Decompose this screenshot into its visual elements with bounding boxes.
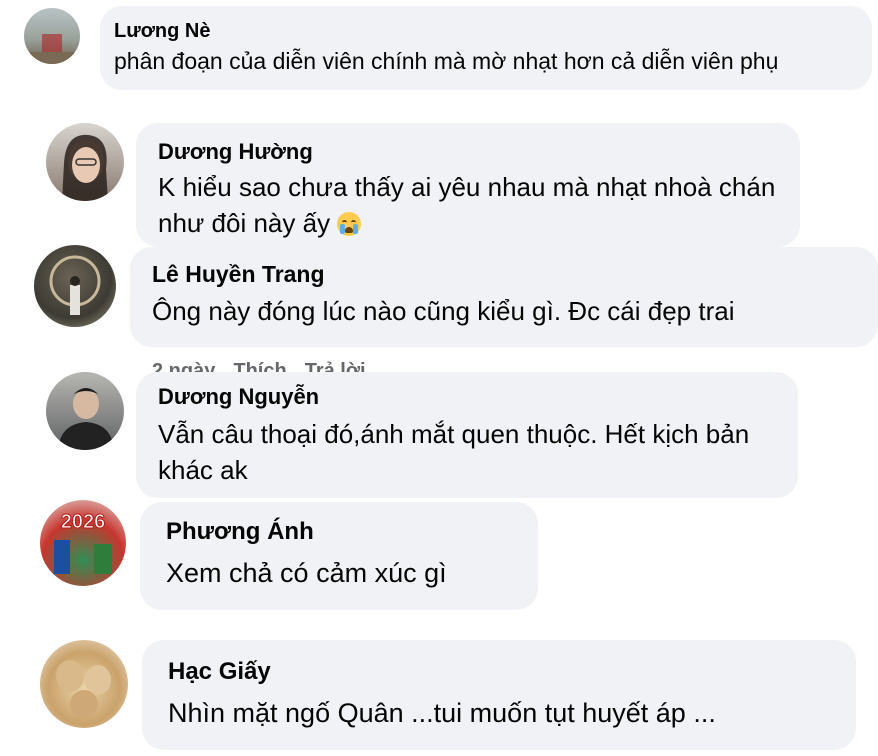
comment-text: Vẫn câu thoại đó,ánh mắt quen thuộc. Hết… (158, 419, 750, 485)
avatar[interactable] (40, 640, 128, 728)
comment-bubble: Hạc Giấy Nhìn mặt ngố Quân ...tui muốn t… (142, 640, 856, 750)
loudly-crying-face-emoji-icon (337, 212, 362, 236)
commenter-name[interactable]: Phương Ánh (166, 518, 512, 546)
comment-text-content: K hiểu sao chưa thấy ai yêu nhau mà nhạt… (158, 172, 776, 238)
reply-link[interactable]: Trả lời (305, 360, 366, 372)
comment-text: Nhìn mặt ngố Quân ...tui muốn tụt huyết … (168, 698, 716, 728)
comment-bubble: Dương Nguyễn Vẫn câu thoại đó,ánh mắt qu… (136, 372, 798, 498)
commenter-name[interactable]: Dương Hường (158, 139, 778, 165)
like-link[interactable]: Thích (233, 360, 286, 372)
comment-text: K hiểu sao chưa thấy ai yêu nhau mà nhạt… (158, 169, 778, 241)
commenter-name[interactable]: Lê Huyền Trang (152, 261, 856, 288)
comment-text: Xem chả có cảm xúc gì (166, 558, 447, 588)
comment-bubble: Dương Hường K hiểu sao chưa thấy ai yêu … (136, 123, 800, 247)
avatar[interactable] (46, 123, 124, 201)
comment-time: 2 ngày (152, 360, 216, 372)
avatar-badge-text: 2026 (61, 511, 106, 533)
avatar[interactable]: 2026 (40, 500, 126, 586)
avatar[interactable] (46, 372, 124, 450)
avatar[interactable] (24, 8, 80, 64)
commenter-name[interactable]: Lương Nè (114, 20, 858, 43)
comment-text: Ông này đóng lúc nào cũng kiểu gì. Đc cá… (152, 296, 735, 326)
comment-bubble: Lê Huyền Trang Ông này đóng lúc nào cũng… (130, 247, 878, 347)
commenter-name[interactable]: Dương Nguyễn (158, 384, 776, 410)
comment-bubble: Phương Ánh Xem chả có cảm xúc gì (140, 502, 538, 610)
avatar[interactable] (34, 245, 116, 327)
comment-bubble: Lương Nè phân đoạn của diễn viên chính m… (100, 6, 872, 90)
comment-text: phân đoạn của diễn viên chính mà mờ nhạt… (114, 48, 779, 74)
comment-actions: 2 ngày Thích Trả lời (152, 360, 472, 372)
commenter-name[interactable]: Hạc Giấy (168, 658, 830, 686)
